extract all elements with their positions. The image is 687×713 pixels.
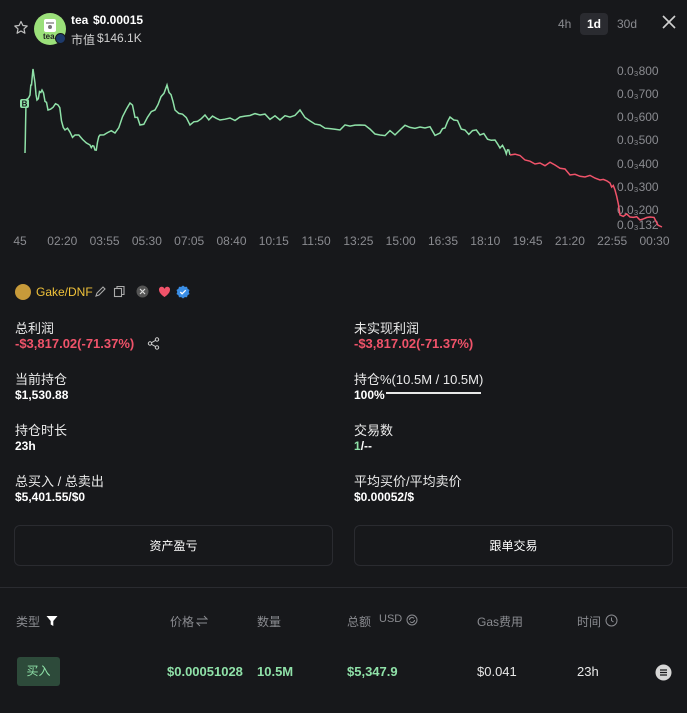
copy-trade-button[interactable]: 跟单交易 bbox=[354, 525, 673, 566]
price-line-up bbox=[24, 68, 511, 157]
trade-time: 23h bbox=[577, 664, 599, 679]
heart-icon[interactable] bbox=[158, 286, 171, 301]
y-tick-label: 0.0₃800 bbox=[617, 64, 659, 78]
clock-icon[interactable] bbox=[605, 614, 618, 630]
x-tick-label: 11:50 bbox=[302, 234, 331, 248]
x-tick-label: 07:05 bbox=[174, 234, 204, 248]
y-tick-label: 0.0₃500 bbox=[617, 133, 659, 147]
y-tick-label: 0.0₃132 bbox=[617, 218, 659, 232]
chain-badge-icon bbox=[55, 33, 66, 44]
trade-amount: 10.5M bbox=[257, 664, 294, 679]
y-tick-label: 0.0₃400 bbox=[617, 157, 659, 171]
pnl-button[interactable]: 资产盈亏 bbox=[14, 525, 333, 566]
trades-value: 1/-- bbox=[354, 439, 372, 453]
edit-icon[interactable] bbox=[94, 285, 107, 301]
total-profit-label: 总利润 bbox=[15, 321, 55, 336]
token-price: $0.00015 bbox=[93, 13, 144, 27]
market-cap-label: 市值 bbox=[71, 33, 96, 47]
x-tick-label: 16:35 bbox=[428, 234, 458, 248]
col-price-header: 价格 bbox=[170, 615, 195, 629]
share-icon[interactable] bbox=[147, 337, 160, 353]
x-tick-label: 19:45 bbox=[513, 234, 543, 248]
holding-value: $1,530.88 bbox=[15, 388, 69, 402]
duration-value: 23h bbox=[15, 439, 36, 453]
timeframe-4h[interactable]: 4h bbox=[551, 13, 578, 35]
table-row[interactable]: 买入 $0.00051028 10.5M $5,347.9 $0.041 23h bbox=[0, 645, 687, 697]
trade-total: $5,347.9 bbox=[347, 664, 398, 679]
duration-label: 持仓时长 bbox=[15, 423, 68, 438]
favorite-star-icon[interactable] bbox=[13, 20, 29, 39]
x-tick-label: 00:30 bbox=[639, 234, 669, 248]
buy-marker-label: B bbox=[22, 100, 28, 109]
holding-pct-value: 100% bbox=[354, 388, 385, 402]
y-tick-label: 0.0₃600 bbox=[617, 110, 659, 124]
divider bbox=[0, 587, 687, 588]
close-icon[interactable] bbox=[662, 15, 676, 32]
x-tick-label: 05:30 bbox=[132, 234, 162, 248]
x-social-icon[interactable] bbox=[136, 285, 149, 301]
token-name: tea bbox=[71, 13, 89, 27]
x-tick-label: 10:15 bbox=[259, 234, 289, 248]
refresh-icon[interactable] bbox=[406, 614, 418, 629]
x-tick-label: 45 bbox=[13, 234, 27, 248]
wallet-name[interactable]: Gake/DNF bbox=[36, 285, 93, 299]
details-icon[interactable] bbox=[655, 664, 672, 684]
holding-pct-label: 持仓%(10.5M / 10.5M) bbox=[354, 372, 484, 387]
col-time-header: 时间 bbox=[577, 615, 602, 629]
avg-price-label: 平均买价/平均卖价 bbox=[354, 474, 462, 489]
swap-icon[interactable] bbox=[195, 615, 209, 630]
holding-label: 当前持仓 bbox=[15, 372, 68, 387]
total-profit-value: -$3,817.02(-71.37%) bbox=[15, 336, 135, 351]
timeframe-1d[interactable]: 1d bbox=[580, 13, 609, 35]
wallet-avatar bbox=[15, 284, 31, 300]
x-tick-label: 08:40 bbox=[216, 234, 246, 248]
buy-sell-value: $5,401.55/$0 bbox=[15, 490, 86, 504]
buy-sell-label: 总买入 / 总卖出 bbox=[15, 474, 104, 489]
avg-price-value: $0.00052/$ bbox=[354, 490, 415, 504]
x-tick-label: 03:55 bbox=[90, 234, 120, 248]
trade-type-badge: 买入 bbox=[17, 657, 60, 686]
x-tick-label: 02:20 bbox=[47, 234, 77, 248]
trades-sell-count: /-- bbox=[360, 439, 373, 453]
col-gas-header: Gas费用 bbox=[477, 615, 524, 629]
x-tick-label: 22:55 bbox=[597, 234, 627, 248]
trade-gas: $0.041 bbox=[477, 664, 517, 679]
x-tick-label: 15:00 bbox=[386, 234, 416, 248]
trades-label: 交易数 bbox=[354, 423, 394, 438]
timeframe-30d[interactable]: 30d bbox=[610, 13, 644, 35]
holding-progress-fill bbox=[386, 392, 481, 394]
trade-price: $0.00051028 bbox=[167, 664, 243, 679]
unrealized-profit-label: 未实现利润 bbox=[354, 321, 420, 336]
x-tick-label: 18:10 bbox=[470, 234, 500, 248]
filter-icon[interactable] bbox=[46, 615, 58, 630]
copy-icon[interactable] bbox=[113, 285, 126, 301]
unrealized-profit-value: -$3,817.02(-71.37%) bbox=[354, 336, 474, 351]
market-cap-value: $146.1K bbox=[97, 31, 142, 45]
holding-progress-track bbox=[386, 392, 481, 394]
col-amount-header: 数量 bbox=[257, 615, 282, 629]
token-avatar-text: tea bbox=[43, 32, 55, 41]
x-tick-label: 13:25 bbox=[343, 234, 373, 248]
col-total-unit[interactable]: USD bbox=[379, 613, 402, 625]
trades-buy-count: 1 bbox=[354, 439, 361, 453]
verified-badge-icon bbox=[176, 285, 190, 302]
x-tick-label: 21:20 bbox=[555, 234, 585, 248]
y-tick-label: 0.0₃700 bbox=[617, 87, 659, 101]
col-total-header: 总额 bbox=[347, 615, 372, 629]
y-tick-label: 0.0₃200 bbox=[617, 203, 659, 217]
col-type-header: 类型 bbox=[16, 615, 41, 629]
price-chart[interactable]: 0.0₃800 0.0₃700 0.0₃600 0.0₃500 0.0₃400 0.0₃3… bbox=[0, 55, 687, 255]
y-tick-label: 0.0₃300 bbox=[617, 180, 659, 194]
